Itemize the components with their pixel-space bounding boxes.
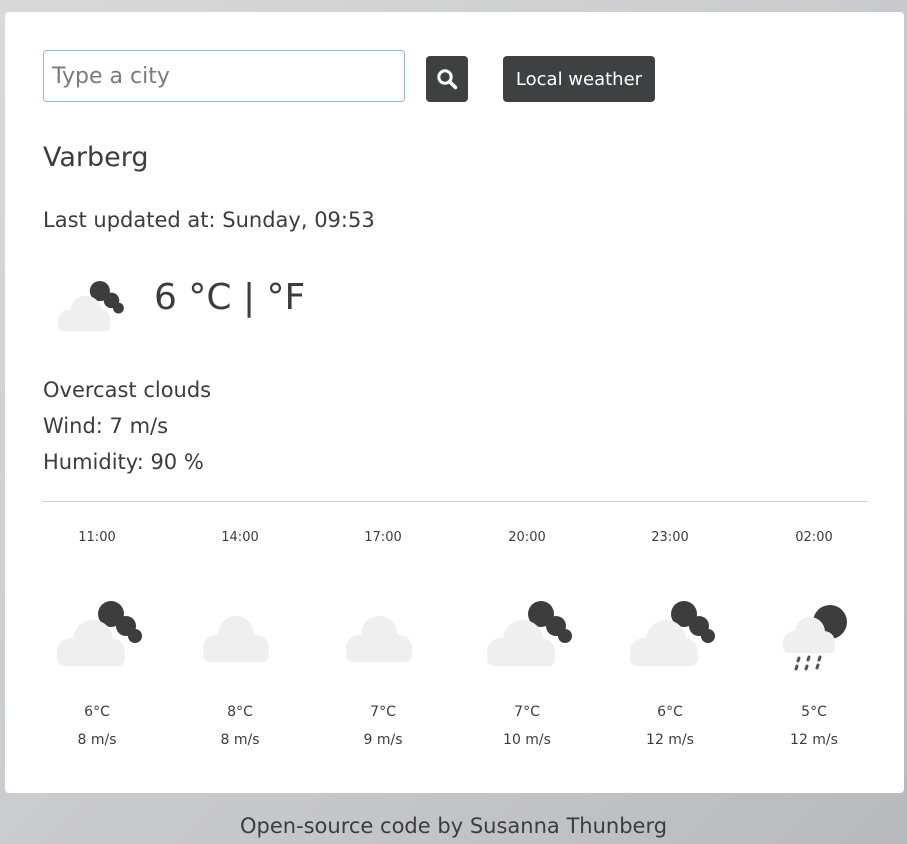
local-weather-button[interactable]: Local weather: [503, 56, 655, 102]
last-updated-text: Last updated at: Sunday, 09:53: [43, 208, 375, 232]
broken-clouds-icon: [57, 601, 142, 666]
weather-details: Overcast clouds Wind: 7 m/s Humidity: 90…: [43, 372, 211, 480]
weather-description: Overcast clouds: [43, 378, 212, 402]
forecast-wind: 12 m/s: [646, 732, 694, 748]
forecast-temperature: 6°C: [84, 704, 110, 720]
forecast-temperature: 7°C: [370, 704, 396, 720]
forecast-item: 20:00 7°C 10 m/s: [455, 522, 599, 762]
forecast-time: 20:00: [508, 530, 546, 545]
forecast-temperature: 7°C: [514, 704, 540, 720]
broken-clouds-icon: [630, 601, 715, 666]
forecast-time: 02:00: [795, 530, 833, 545]
forecast-time: 23:00: [651, 530, 689, 545]
forecast-temperature: 5°C: [801, 704, 827, 720]
forecast-wind: 8 m/s: [77, 732, 117, 748]
forecast-wind: 12 m/s: [790, 732, 838, 748]
weather-card: Local weather Varberg Last updated at: S…: [5, 12, 904, 793]
source-code-link[interactable]: Open-source code: [240, 814, 431, 838]
cloud-icon: [203, 616, 269, 662]
forecast-time: 14:00: [221, 530, 259, 545]
cloud-icon: [346, 616, 412, 662]
forecast-item: 23:00 6°C 12 m/s: [598, 522, 742, 762]
divider: [43, 501, 868, 502]
unit-separator: |: [242, 277, 256, 318]
broken-clouds-icon: [487, 601, 572, 666]
temperature-value: 6: [154, 277, 177, 318]
footer-by-text: by: [437, 814, 464, 838]
forecast-item: 14:00 8°C 8 m/s: [168, 522, 312, 762]
forecast-item: 02:00 5°C 12 m/s: [742, 522, 886, 762]
forecast-temperature: 8°C: [227, 704, 253, 720]
unit-fahrenheit-link[interactable]: °F: [267, 277, 306, 318]
city-name: Varberg: [43, 142, 149, 173]
unit-celsius-link[interactable]: °C: [188, 277, 231, 318]
search-icon: [437, 69, 458, 90]
forecast-time: 17:00: [364, 530, 402, 545]
temperature-row: 6 °C | °F: [154, 277, 305, 318]
wind-text: Wind: 7 m/s: [43, 414, 169, 438]
broken-clouds-icon: [58, 280, 124, 332]
search-input[interactable]: [43, 50, 405, 102]
forecast-temperature: 6°C: [657, 704, 683, 720]
hourly-forecast: 11:00 6°C 8 m/s 14:00 8°C 8 m/s 17:00 7°…: [25, 522, 890, 762]
footer: Open-source code by Susanna Thunberg: [0, 814, 907, 838]
forecast-item: 11:00 6°C 8 m/s: [25, 522, 169, 762]
forecast-wind: 9 m/s: [363, 732, 403, 748]
forecast-wind: 10 m/s: [503, 732, 551, 748]
forecast-item: 17:00 7°C 9 m/s: [311, 522, 455, 762]
humidity-text: Humidity: 90 %: [43, 450, 204, 474]
forecast-wind: 8 m/s: [220, 732, 260, 748]
search-button[interactable]: [426, 56, 468, 102]
author-link[interactable]: Susanna Thunberg: [470, 814, 667, 838]
forecast-time: 11:00: [78, 530, 116, 545]
rain-icon: [783, 605, 847, 671]
